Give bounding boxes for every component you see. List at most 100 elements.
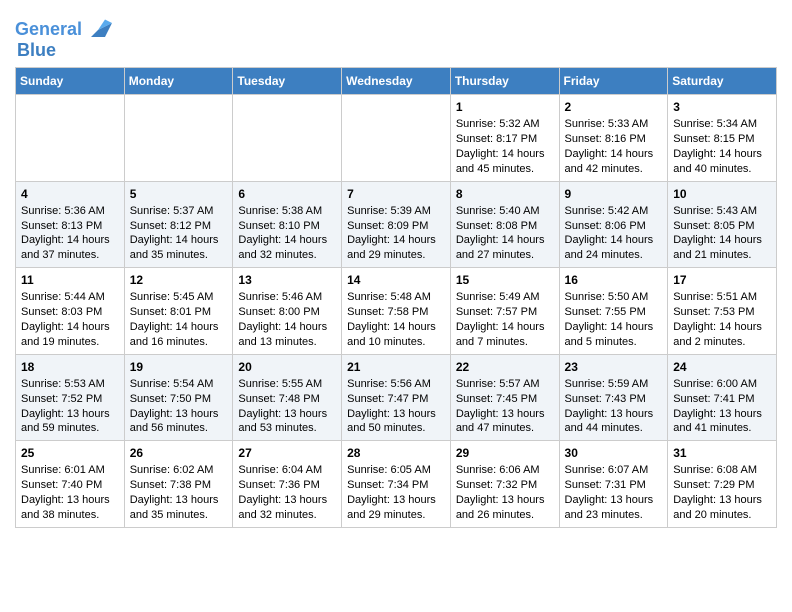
- weekday-header-thursday: Thursday: [450, 68, 559, 95]
- day-info: Sunset: 7:29 PM: [673, 478, 771, 493]
- day-number: 14: [347, 272, 445, 288]
- day-info: and 38 minutes.: [21, 508, 119, 523]
- calendar-cell: 15Sunrise: 5:49 AMSunset: 7:57 PMDayligh…: [450, 268, 559, 355]
- logo-text: General: [15, 20, 82, 40]
- day-info: and 44 minutes.: [565, 421, 663, 436]
- day-info: and 29 minutes.: [347, 508, 445, 523]
- day-number: 12: [130, 272, 228, 288]
- day-info: Daylight: 14 hours: [565, 320, 663, 335]
- day-info: Sunset: 8:10 PM: [238, 219, 336, 234]
- day-info: Sunrise: 5:43 AM: [673, 204, 771, 219]
- day-info: Daylight: 14 hours: [673, 147, 771, 162]
- calendar-cell: 26Sunrise: 6:02 AMSunset: 7:38 PMDayligh…: [124, 441, 233, 528]
- day-number: 28: [347, 445, 445, 461]
- calendar-cell: 28Sunrise: 6:05 AMSunset: 7:34 PMDayligh…: [342, 441, 451, 528]
- day-info: Sunrise: 5:54 AM: [130, 377, 228, 392]
- day-info: Sunrise: 5:32 AM: [456, 117, 554, 132]
- day-info: and 56 minutes.: [130, 421, 228, 436]
- day-number: 6: [238, 186, 336, 202]
- weekday-header-saturday: Saturday: [668, 68, 777, 95]
- calendar-cell: 30 Sunrise: 6:07 AMSunset: 7:31 PMDayligh…: [559, 441, 668, 528]
- day-info: and 10 minutes.: [347, 335, 445, 350]
- day-info: Sunset: 7:40 PM: [21, 478, 119, 493]
- day-number: 4: [21, 186, 119, 202]
- day-info: Sunset: 7:38 PM: [130, 478, 228, 493]
- day-info: and 53 minutes.: [238, 421, 336, 436]
- day-info: Sunrise: 5:48 AM: [347, 290, 445, 305]
- day-info: Sunrise: 5:39 AM: [347, 204, 445, 219]
- day-info: and 26 minutes.: [456, 508, 554, 523]
- day-info: Daylight: 14 hours: [347, 233, 445, 248]
- day-info: Sunset: 7:48 PM: [238, 392, 336, 407]
- day-info: and 16 minutes.: [130, 335, 228, 350]
- week-row-1: 1Sunrise: 5:32 AMSunset: 8:17 PMDaylight…: [16, 95, 777, 182]
- day-info: and 19 minutes.: [21, 335, 119, 350]
- day-info: and 21 minutes.: [673, 248, 771, 263]
- day-info: Daylight: 13 hours: [21, 493, 119, 508]
- day-info: Daylight: 13 hours: [565, 493, 663, 508]
- day-info: Sunrise: 5:57 AM: [456, 377, 554, 392]
- day-info: Sunset: 8:13 PM: [21, 219, 119, 234]
- calendar-cell: 8Sunrise: 5:40 AMSunset: 8:08 PMDaylight…: [450, 181, 559, 268]
- day-number: 27: [238, 445, 336, 461]
- day-number: 13: [238, 272, 336, 288]
- calendar-cell: 12Sunrise: 5:45 AMSunset: 8:01 PMDayligh…: [124, 268, 233, 355]
- calendar-cell: 3Sunrise: 5:34 AMSunset: 8:15 PMDaylight…: [668, 95, 777, 182]
- day-info: Sunset: 7:47 PM: [347, 392, 445, 407]
- calendar-cell: [16, 95, 125, 182]
- day-info: Sunrise: 6:04 AM: [238, 463, 336, 478]
- day-info: Sunset: 8:15 PM: [673, 132, 771, 147]
- day-info: Daylight: 14 hours: [565, 147, 663, 162]
- day-info: Daylight: 13 hours: [565, 407, 663, 422]
- day-info: Daylight: 14 hours: [456, 147, 554, 162]
- day-info: and 5 minutes.: [565, 335, 663, 350]
- day-info: Sunrise: 5:55 AM: [238, 377, 336, 392]
- day-info: and 32 minutes.: [238, 248, 336, 263]
- day-info: and 41 minutes.: [673, 421, 771, 436]
- day-info: Daylight: 13 hours: [238, 407, 336, 422]
- calendar-cell: 11Sunrise: 5:44 AMSunset: 8:03 PMDayligh…: [16, 268, 125, 355]
- day-info: Sunrise: 6:07 AM: [565, 463, 663, 478]
- day-number: 22: [456, 359, 554, 375]
- day-info: Daylight: 13 hours: [21, 407, 119, 422]
- day-info: Sunset: 8:09 PM: [347, 219, 445, 234]
- day-info: and 2 minutes.: [673, 335, 771, 350]
- day-number: 2: [565, 99, 663, 115]
- day-info: Sunset: 8:12 PM: [130, 219, 228, 234]
- calendar-cell: [342, 95, 451, 182]
- day-info: Sunrise: 5:56 AM: [347, 377, 445, 392]
- day-info: Sunrise: 5:46 AM: [238, 290, 336, 305]
- day-info: Daylight: 14 hours: [673, 320, 771, 335]
- day-info: Sunrise: 5:42 AM: [565, 204, 663, 219]
- day-info: Sunset: 8:17 PM: [456, 132, 554, 147]
- day-info: and 42 minutes.: [565, 162, 663, 177]
- day-info: Sunrise: 5:44 AM: [21, 290, 119, 305]
- day-info: Sunrise: 5:40 AM: [456, 204, 554, 219]
- calendar-cell: [124, 95, 233, 182]
- day-info: Sunset: 8:08 PM: [456, 219, 554, 234]
- day-number: 30: [565, 445, 663, 461]
- calendar-cell: 6Sunrise: 5:38 AMSunset: 8:10 PMDaylight…: [233, 181, 342, 268]
- calendar-cell: 18Sunrise: 5:53 AMSunset: 7:52 PMDayligh…: [16, 354, 125, 441]
- calendar-table: SundayMondayTuesdayWednesdayThursdayFrid…: [15, 67, 777, 528]
- calendar-cell: 1Sunrise: 5:32 AMSunset: 8:17 PMDaylight…: [450, 95, 559, 182]
- calendar-cell: 16Sunrise: 5:50 AMSunset: 7:55 PMDayligh…: [559, 268, 668, 355]
- day-number: 24: [673, 359, 771, 375]
- calendar-cell: 10Sunrise: 5:43 AMSunset: 8:05 PMDayligh…: [668, 181, 777, 268]
- day-info: Sunset: 7:31 PM: [565, 478, 663, 493]
- calendar-cell: 13Sunrise: 5:46 AMSunset: 8:00 PMDayligh…: [233, 268, 342, 355]
- day-info: Sunrise: 6:06 AM: [456, 463, 554, 478]
- calendar-cell: 19Sunrise: 5:54 AMSunset: 7:50 PMDayligh…: [124, 354, 233, 441]
- logo-icon: [84, 16, 112, 44]
- day-info: Sunrise: 5:36 AM: [21, 204, 119, 219]
- calendar-cell: 4Sunrise: 5:36 AMSunset: 8:13 PMDaylight…: [16, 181, 125, 268]
- day-number: 21: [347, 359, 445, 375]
- day-number: 19: [130, 359, 228, 375]
- calendar-cell: 7Sunrise: 5:39 AMSunset: 8:09 PMDaylight…: [342, 181, 451, 268]
- day-info: Sunset: 8:05 PM: [673, 219, 771, 234]
- day-info: Sunset: 7:45 PM: [456, 392, 554, 407]
- day-info: Sunset: 7:36 PM: [238, 478, 336, 493]
- day-number: 10: [673, 186, 771, 202]
- calendar-cell: 2Sunrise: 5:33 AMSunset: 8:16 PMDaylight…: [559, 95, 668, 182]
- weekday-header-monday: Monday: [124, 68, 233, 95]
